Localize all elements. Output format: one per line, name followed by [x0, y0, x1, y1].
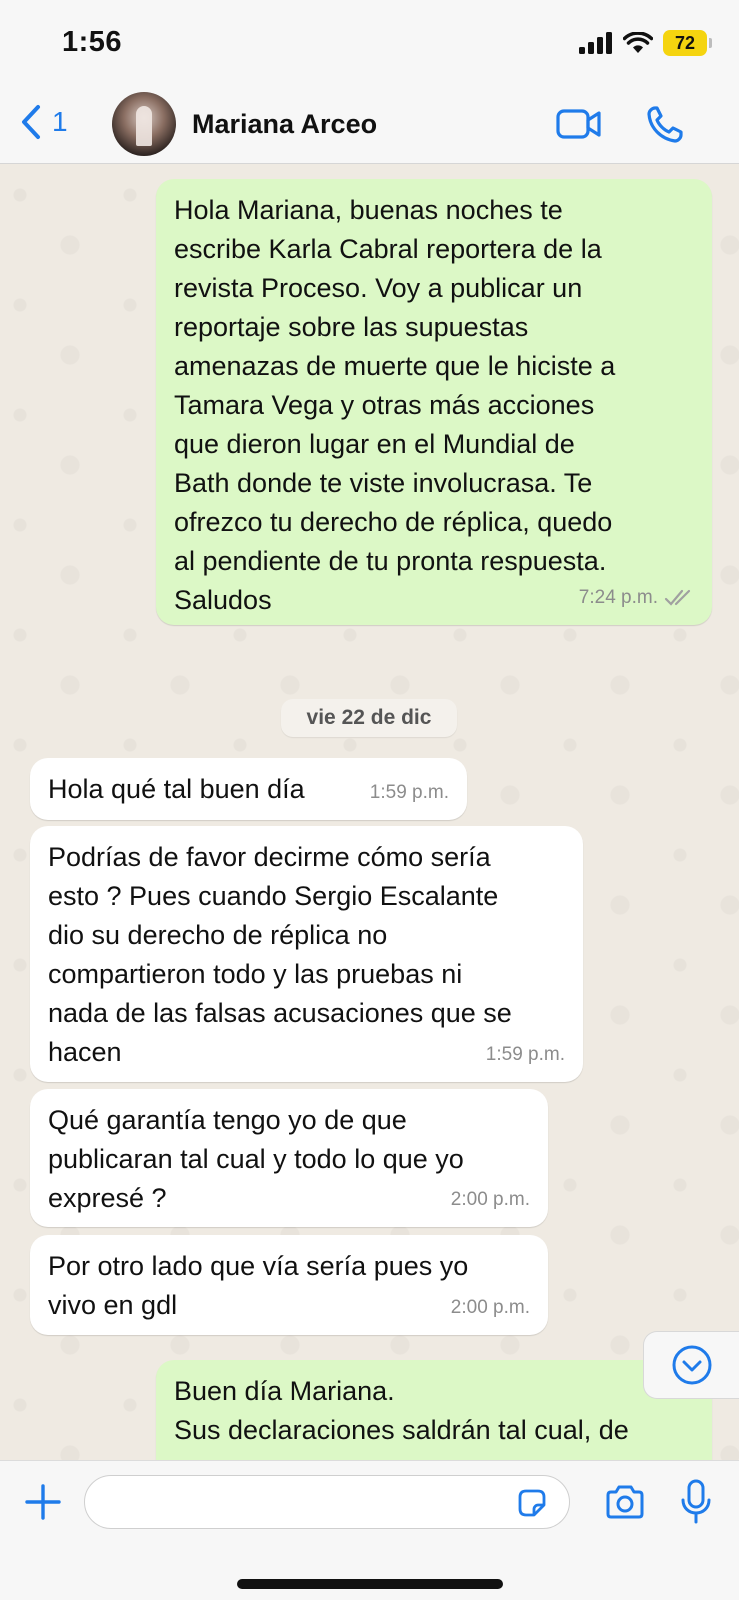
chevron-left-icon [22, 105, 40, 139]
message-time: 1:59 p.m. [369, 782, 449, 803]
home-indicator [237, 1579, 503, 1589]
contact-name[interactable]: Mariana Arceo [192, 109, 377, 140]
video-call-button[interactable] [556, 104, 602, 149]
message-bubble-incoming[interactable]: Podrías de favor decirme cómo sería esto… [30, 826, 583, 1082]
message-meta: 2:00 p.m. [451, 1180, 530, 1219]
voice-message-button[interactable] [680, 1479, 712, 1530]
phone-icon [647, 106, 683, 143]
back-button[interactable]: 1 [20, 104, 68, 140]
status-time: 1:56 [62, 26, 123, 58]
read-receipt-icon [664, 589, 691, 606]
wifi-icon [623, 32, 653, 53]
microphone-icon [681, 1479, 711, 1524]
chat-header: 1 Mariana Arceo [0, 88, 739, 164]
message-meta: 7:24 p.m. [579, 578, 694, 617]
message-bubble-incoming[interactable]: Hola qué tal buen día 1:59 p.m. [30, 758, 467, 820]
chevron-down-circle-icon [672, 1345, 711, 1385]
message-bubble-outgoing[interactable]: Buen día Mariana. Sus declaraciones sald… [156, 1360, 712, 1460]
voice-call-button[interactable] [646, 104, 684, 149]
message-meta: 2:00 p.m. [451, 1288, 530, 1327]
message-time: 2:00 p.m. [450, 1297, 530, 1318]
avatar[interactable] [112, 92, 176, 156]
message-bubble-incoming[interactable]: Por otro lado que vía sería pues yo vivo… [30, 1235, 548, 1335]
camera-icon [606, 1485, 644, 1519]
video-call-icon [556, 109, 601, 139]
date-separator: vie 22 de dic [281, 699, 457, 737]
sticker-icon [518, 1489, 546, 1517]
battery-level: 72 [674, 32, 696, 53]
message-input[interactable] [84, 1475, 570, 1529]
message-text: Buen día Mariana. Sus declaraciones sald… [174, 1376, 629, 1445]
status-bar: 1:56 72 [0, 0, 739, 88]
unread-count: 1 [52, 106, 68, 137]
battery-icon: 72 [663, 30, 712, 56]
message-meta: 1:59 p.m. [486, 1035, 565, 1074]
cellular-signal-icon [579, 32, 612, 54]
message-bubble-incoming[interactable]: Qué garantía tengo yo de que publicaran … [30, 1089, 548, 1227]
message-meta: 1:59 p.m. [370, 773, 449, 812]
message-text: Hola Mariana, buenas noches te escribe K… [174, 195, 616, 615]
attach-button[interactable] [24, 1483, 62, 1526]
status-indicators: 72 [579, 30, 712, 56]
scroll-to-bottom-button[interactable] [643, 1331, 739, 1399]
message-time: 2:00 p.m. [450, 1189, 530, 1210]
plus-icon [25, 1484, 61, 1520]
message-bubble-outgoing[interactable]: Hola Mariana, buenas noches te escribe K… [156, 179, 712, 625]
sticker-button[interactable] [516, 1487, 548, 1524]
message-input-bar [0, 1460, 739, 1600]
message-time: 7:24 p.m. [578, 587, 658, 608]
camera-button[interactable] [604, 1483, 646, 1526]
chat-area[interactable]: Hola Mariana, buenas noches te escribe K… [0, 165, 739, 1460]
message-time: 1:59 p.m. [485, 1044, 565, 1065]
